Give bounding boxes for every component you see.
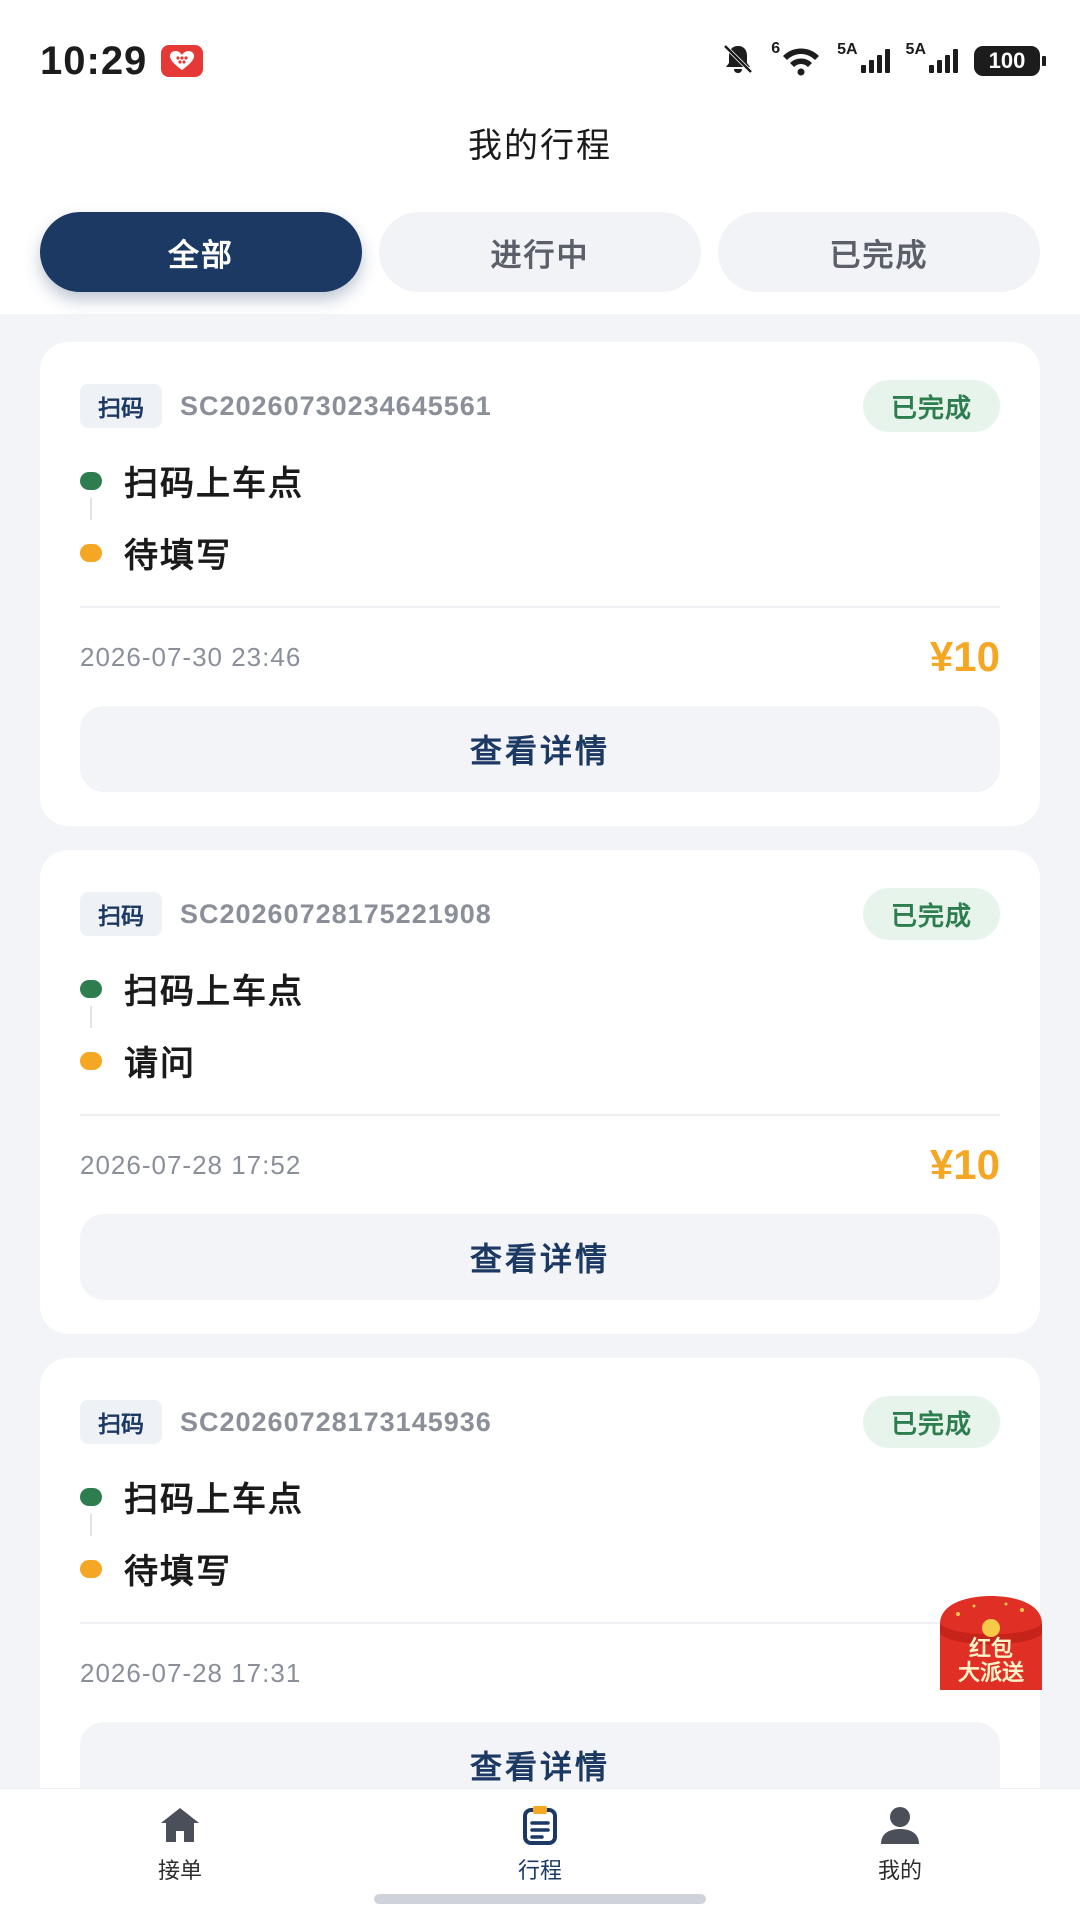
nav-label-profile: 我的 — [877, 1859, 922, 1884]
battery-indicator: 100 — [974, 46, 1046, 76]
trips-screen: 10:29 6 5A 5A 100 我的行程 全部 进行中 已完成 扫码 SC2… — [0, 0, 1080, 1920]
trip-card-header: 扫码 SC20260728173145936 已完成 — [80, 1396, 1000, 1448]
trip-card: 扫码 SC20260730234645561 已完成 扫码上车点 待填写 202… — [40, 342, 1040, 826]
status-icons: 6 5A 5A 100 — [721, 40, 1046, 80]
trip-route: 扫码上车点 待填写 — [80, 1472, 1000, 1622]
trip-price: ¥10 — [929, 633, 1000, 680]
destination-dot-icon — [80, 1051, 102, 1070]
status-time-group: 10:29 — [40, 38, 204, 84]
order-number: SC20260728173145936 — [180, 1406, 492, 1437]
top-header-area: 10:29 6 5A 5A 100 我的行程 全部 进行中 已完成 — [0, 0, 1080, 314]
trip-filter-tabs: 全部 进行中 已完成 — [40, 212, 1040, 292]
network-2-label: 5A — [905, 41, 926, 58]
clipboard-icon — [523, 1806, 557, 1845]
trip-meta: 2026-07-28 17:31 ¥ — [80, 1624, 1000, 1722]
cellular-signal-1-icon: 5A — [837, 41, 890, 73]
pickup-dot-icon — [80, 1487, 102, 1506]
trip-time: 2026-07-30 23:46 — [80, 641, 302, 672]
nav-item-profile[interactable]: 我的 — [820, 1805, 980, 1885]
trip-card-header: 扫码 SC20260728175221908 已完成 — [80, 888, 1000, 940]
status-badge: 已完成 — [862, 1396, 1000, 1448]
nav-item-trips[interactable]: 行程 — [460, 1805, 620, 1885]
promo-text: 红包 大派送 — [936, 1638, 1046, 1686]
trip-time: 2026-07-28 17:31 — [80, 1657, 302, 1688]
nav-label-orders: 接单 — [157, 1859, 202, 1884]
status-badge: 已完成 — [862, 380, 1000, 432]
nav-item-orders[interactable]: 接单 — [100, 1805, 260, 1885]
promo-line-1: 红包 — [968, 1637, 1013, 1662]
promo-line-2: 大派送 — [957, 1661, 1024, 1686]
route-connector — [90, 1514, 92, 1536]
trip-route: 扫码上车点 待填写 — [80, 456, 1000, 606]
route-connector — [90, 1006, 92, 1028]
pickup-label: 扫码上车点 — [124, 464, 304, 504]
destination-point: 待填写 — [80, 1544, 232, 1593]
trip-list: 扫码 SC20260730234645561 已完成 扫码上车点 待填写 202… — [40, 342, 1040, 1866]
trip-meta: 2026-07-30 23:46 ¥10 — [80, 608, 1000, 706]
destination-label: 请问 — [124, 1044, 196, 1084]
trip-time: 2026-07-28 17:52 — [80, 1149, 302, 1180]
home-indicator[interactable] — [374, 1894, 706, 1904]
status-bar: 10:29 6 5A 5A 100 — [40, 30, 1046, 92]
pickup-dot-icon — [80, 471, 102, 490]
order-number: SC20260728175221908 — [180, 898, 492, 929]
order-number: SC20260730234645561 — [180, 390, 492, 421]
pickup-label: 扫码上车点 — [124, 1480, 304, 1520]
nav-label-trips: 行程 — [517, 1859, 562, 1884]
view-details-button[interactable]: 查看详情 — [80, 1214, 1000, 1300]
destination-point: 待填写 — [80, 528, 232, 577]
tab-all[interactable]: 全部 — [40, 212, 362, 292]
trip-card: 扫码 SC20260728175221908 已完成 扫码上车点 请问 2026… — [40, 850, 1040, 1334]
pickup-point: 扫码上车点 — [80, 456, 304, 505]
destination-label: 待填写 — [124, 1552, 232, 1592]
trip-card-header: 扫码 SC20260730234645561 已完成 — [80, 380, 1000, 432]
pickup-point: 扫码上车点 — [80, 1472, 304, 1521]
destination-point: 请问 — [80, 1036, 196, 1085]
home-icon — [161, 1808, 199, 1842]
pickup-point: 扫码上车点 — [80, 964, 304, 1013]
trip-type-tag: 扫码 — [80, 1400, 162, 1444]
status-badge: 已完成 — [862, 888, 1000, 940]
trip-type-tag: 扫码 — [80, 892, 162, 936]
status-time: 10:29 — [40, 38, 148, 83]
notification-app-icon — [161, 45, 204, 77]
view-details-button[interactable]: 查看详情 — [80, 706, 1000, 792]
trip-type-tag: 扫码 — [80, 384, 162, 428]
tab-in-progress[interactable]: 进行中 — [379, 212, 701, 292]
pickup-dot-icon — [80, 979, 102, 998]
person-icon — [881, 1807, 919, 1844]
battery-level: 100 — [988, 48, 1026, 73]
page-title: 我的行程 — [468, 126, 612, 166]
destination-label: 待填写 — [124, 536, 232, 576]
trip-price: ¥10 — [929, 1141, 1000, 1188]
cellular-signal-2-icon: 5A — [906, 41, 958, 73]
destination-dot-icon — [80, 543, 102, 562]
destination-dot-icon — [80, 1559, 102, 1578]
tab-completed[interactable]: 已完成 — [718, 212, 1040, 292]
bell-muted-icon — [721, 42, 755, 80]
wifi-icon: 6 — [771, 40, 821, 76]
trip-route: 扫码上车点 请问 — [80, 964, 1000, 1114]
pickup-label: 扫码上车点 — [124, 972, 304, 1012]
route-connector — [90, 498, 92, 520]
wifi-generation-label: 6 — [771, 40, 781, 57]
red-envelope-promo-button[interactable]: 红包 大派送 — [936, 1594, 1046, 1692]
trip-meta: 2026-07-28 17:52 ¥10 — [80, 1116, 1000, 1214]
network-1-label: 5A — [837, 41, 858, 58]
trip-card: 扫码 SC20260728173145936 已完成 扫码上车点 待填写 202… — [40, 1358, 1040, 1842]
